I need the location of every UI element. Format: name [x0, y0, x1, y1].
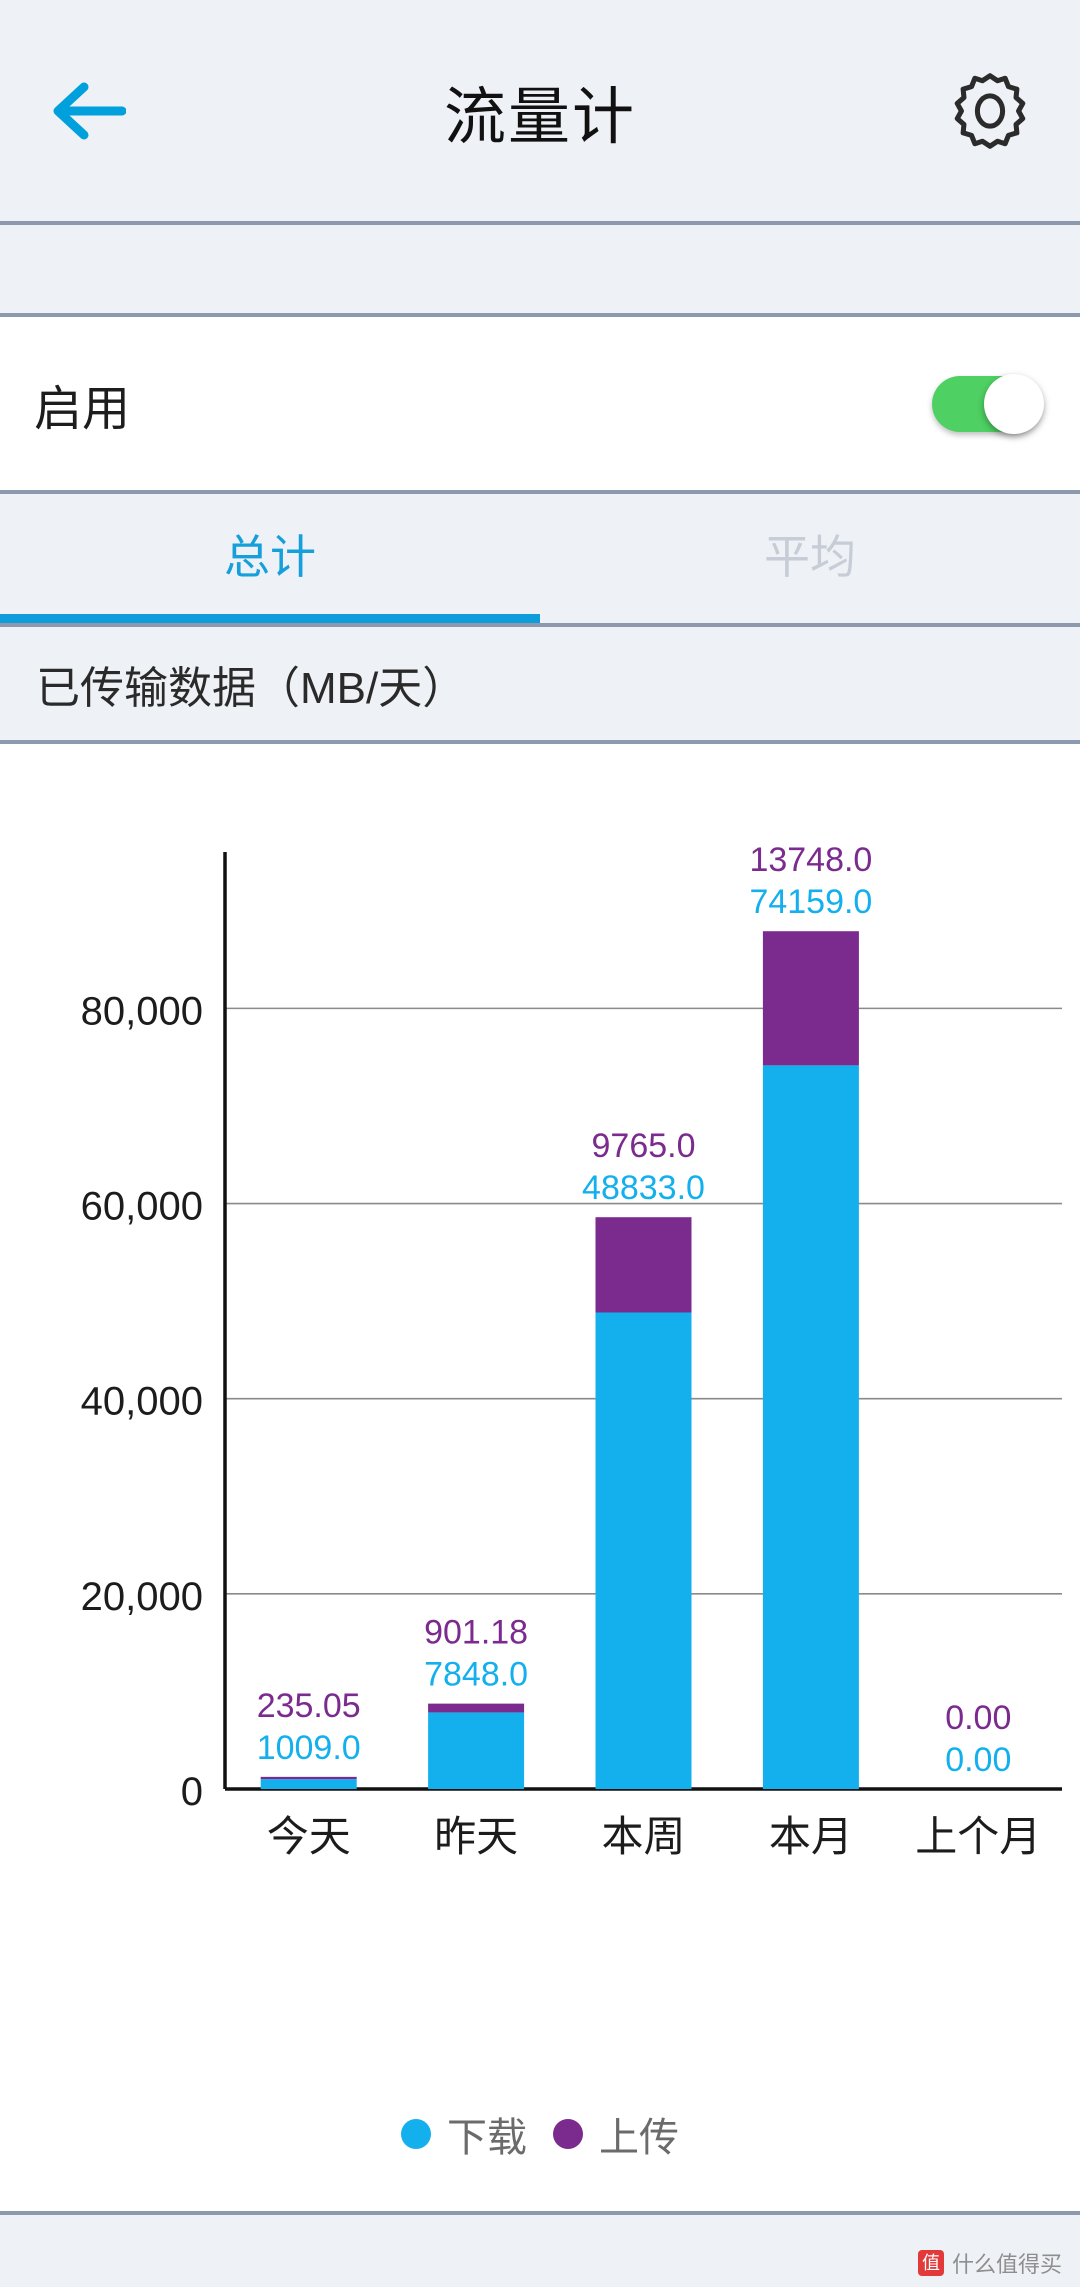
tab-indicator-active: [0, 614, 540, 623]
legend-item-upload: 上传: [553, 2105, 679, 2163]
enable-toggle[interactable]: [932, 373, 1044, 434]
section-title: 已传输数据（MB/天）: [0, 627, 1080, 740]
x-axis-category-label: 本月: [769, 1813, 853, 1860]
bar-label-upload: 235.05: [257, 1687, 361, 1725]
footer-bar: 值 什么值得买: [0, 2211, 1080, 2287]
y-axis-tick-label: 40,000: [81, 1380, 203, 1424]
x-axis-category-label: 上个月: [915, 1813, 1041, 1860]
tab-indicator-idle: [540, 614, 1080, 623]
y-axis-tick-label: 80,000: [81, 989, 203, 1033]
chart-container: 0 20,000 40,000 60,000 80,000 235.05 1009.0 今天 9…: [0, 744, 1080, 2074]
bar-segment-download: [428, 1712, 525, 1789]
legend-label-upload: 上传: [599, 2116, 679, 2160]
bar-segment-download: [260, 1779, 357, 1789]
bar-segment-upload: [762, 931, 859, 1066]
enable-label: 启用: [34, 382, 131, 436]
legend-label-download: 下载: [447, 2116, 527, 2160]
watermark-badge: 值: [917, 2250, 944, 2276]
y-axis-tick-label: 60,000: [81, 1185, 203, 1229]
legend-item-download: 下载: [401, 2105, 527, 2163]
bar-segment-download: [595, 1312, 692, 1789]
bar-label-upload: 901.18: [424, 1614, 528, 1652]
data-usage-bar-chart: 0 20,000 40,000 60,000 80,000 235.05 1009.0 今天 9…: [81, 841, 1062, 1860]
x-axis-category-label: 本周: [601, 1813, 685, 1860]
bar-label-download: 74159.0: [749, 883, 872, 921]
bar-segment-download: [762, 1065, 859, 1789]
toggle-knob: [984, 373, 1044, 434]
bar-segment-upload: [260, 1776, 357, 1780]
legend-dot-upload: [553, 2119, 583, 2149]
enable-row[interactable]: 启用: [0, 317, 1080, 490]
app-screen: 流量计 启用 总计 平均 已传输数据（MB/天） 0 20,000 40,000…: [0, 0, 1080, 2287]
legend-dot-download: [401, 2119, 431, 2149]
bar-label-download: 48833.0: [582, 1169, 705, 1207]
x-axis-category-label: 昨天: [434, 1813, 518, 1860]
bar-label-download: 1009.0: [257, 1729, 361, 1767]
settings-button[interactable]: [946, 67, 1034, 155]
y-axis-tick-label: 20,000: [81, 1575, 203, 1619]
y-axis-tick-label: 0: [181, 1770, 203, 1814]
bar-segment-upload: [595, 1217, 692, 1313]
x-axis-category-label: 今天: [267, 1813, 351, 1860]
tab-average[interactable]: 平均: [540, 494, 1080, 614]
watermark: 值 什么值得买: [917, 2247, 1062, 2279]
tab-total[interactable]: 总计: [0, 494, 540, 614]
bar-label-upload: 13748.0: [749, 841, 872, 879]
empty-band: [0, 225, 1080, 313]
tab-indicator: [0, 614, 1080, 623]
gear-icon: [954, 72, 1026, 149]
chart-legend: 下载 上传: [0, 2074, 1080, 2194]
page-title: 流量计: [443, 82, 636, 152]
bar-label-upload: 0.00: [945, 1699, 1011, 1737]
app-header: 流量计: [0, 0, 1080, 221]
tab-bar: 总计 平均: [0, 494, 1080, 623]
bar-label-download: 7848.0: [424, 1656, 528, 1694]
bar-segment-upload: [428, 1703, 525, 1713]
watermark-text: 什么值得买: [951, 2252, 1062, 2277]
bar-label-download: 0.00: [945, 1741, 1011, 1779]
bar-label-upload: 9765.0: [592, 1127, 696, 1165]
